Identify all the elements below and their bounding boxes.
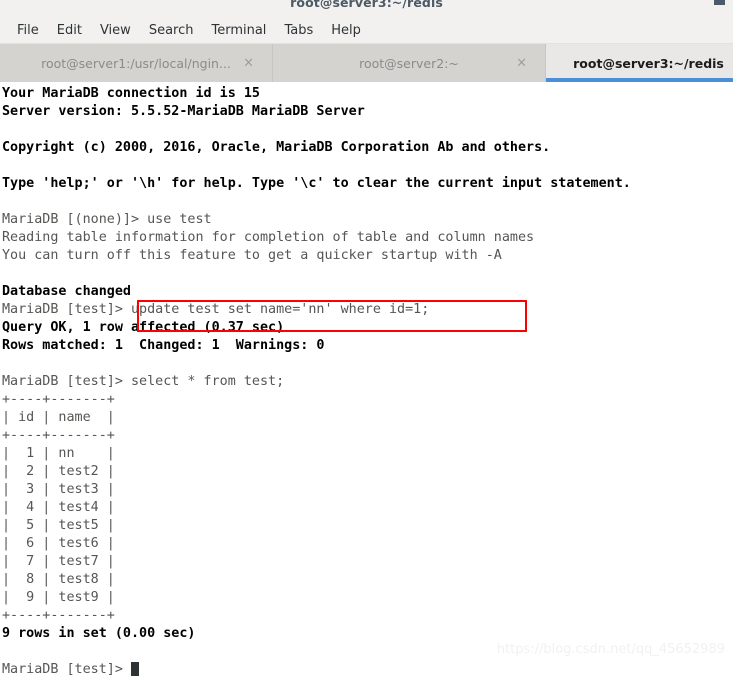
tab-bar: root@server1:/usr/local/ngin... × root@s… (0, 44, 733, 82)
tab-server1-close-icon[interactable]: × (243, 57, 254, 70)
terminal-line: You can turn off this feature to get a q… (2, 248, 502, 263)
terminal-cursor (131, 662, 139, 676)
watermark-text: https://blog.csdn.net/qq_45652989 (496, 642, 725, 657)
menu-item-view[interactable]: View (91, 21, 140, 40)
terminal-line: | 6 | test6 | (2, 536, 115, 551)
terminal-line: | id | name | (2, 410, 115, 425)
window-titlebar: root@server3:~/redis (0, 0, 733, 18)
tab-server1-label: root@server1:/usr/local/ngin... (41, 55, 231, 71)
terminal-line: | 1 | nn | (2, 446, 115, 461)
terminal-line: 9 rows in set (0.00 sec) (2, 626, 196, 641)
menu-item-help[interactable]: Help (322, 21, 370, 40)
terminal-line: Copyright (c) 2000, 2016, Oracle, MariaD… (2, 140, 551, 155)
menu-bar: File Edit View Search Terminal Tabs Help (0, 18, 733, 44)
tab-server3[interactable]: root@server3:~/redis (546, 44, 733, 82)
terminal-line: +----+-------+ (2, 392, 115, 407)
menu-item-edit[interactable]: Edit (48, 21, 91, 40)
terminal-line: MariaDB [test]> select * from test; (2, 374, 285, 389)
terminal-line: Your MariaDB connection id is 15 (2, 86, 260, 101)
terminal-line: Rows matched: 1 Changed: 1 Warnings: 0 (2, 338, 325, 353)
tab-server2-close-icon[interactable]: × (516, 57, 527, 70)
menu-item-search[interactable]: Search (140, 21, 203, 40)
tab-server3-label: root@server3:~/redis (573, 55, 724, 71)
terminal-line: Reading table information for completion… (2, 230, 535, 245)
terminal-line: | 8 | test8 | (2, 572, 115, 587)
minimize-icon[interactable] (714, 0, 725, 5)
terminal-line: Type 'help;' or '\h' for help. Type '\c'… (2, 176, 631, 191)
terminal-line: | 2 | test2 | (2, 464, 115, 479)
terminal-line: MariaDB [test]> update test set name='nn… (2, 302, 430, 317)
terminal-line: | 9 | test9 | (2, 590, 115, 605)
terminal-line: Query OK, 1 row affected (0.37 sec) (2, 320, 285, 335)
terminal-line: | 5 | test5 | (2, 518, 115, 533)
terminal-line: | 4 | test4 | (2, 500, 115, 515)
tab-server2[interactable]: root@server2:~ × (273, 44, 546, 82)
window-title: root@server3:~/redis (290, 0, 443, 10)
terminal-line: MariaDB [(none)]> use test (2, 212, 212, 227)
window-controls (714, 0, 725, 5)
tab-server2-label: root@server2:~ (359, 55, 459, 71)
tab-server1[interactable]: root@server1:/usr/local/ngin... × (0, 44, 273, 82)
terminal-line: | 3 | test3 | (2, 482, 115, 497)
terminal-line: +----+-------+ (2, 608, 115, 623)
menu-item-terminal[interactable]: Terminal (202, 21, 275, 40)
terminal-line: Server version: 5.5.52-MariaDB MariaDB S… (2, 104, 365, 119)
terminal-line: | 7 | test7 | (2, 554, 115, 569)
terminal-line: +----+-------+ (2, 428, 115, 443)
terminal-line: Database changed (2, 284, 131, 299)
menu-item-file[interactable]: File (8, 21, 48, 40)
menu-item-tabs[interactable]: Tabs (275, 21, 322, 40)
terminal-line: MariaDB [test]> (2, 661, 733, 679)
terminal-output[interactable]: Your MariaDB connection id is 15 Server v… (0, 82, 733, 679)
